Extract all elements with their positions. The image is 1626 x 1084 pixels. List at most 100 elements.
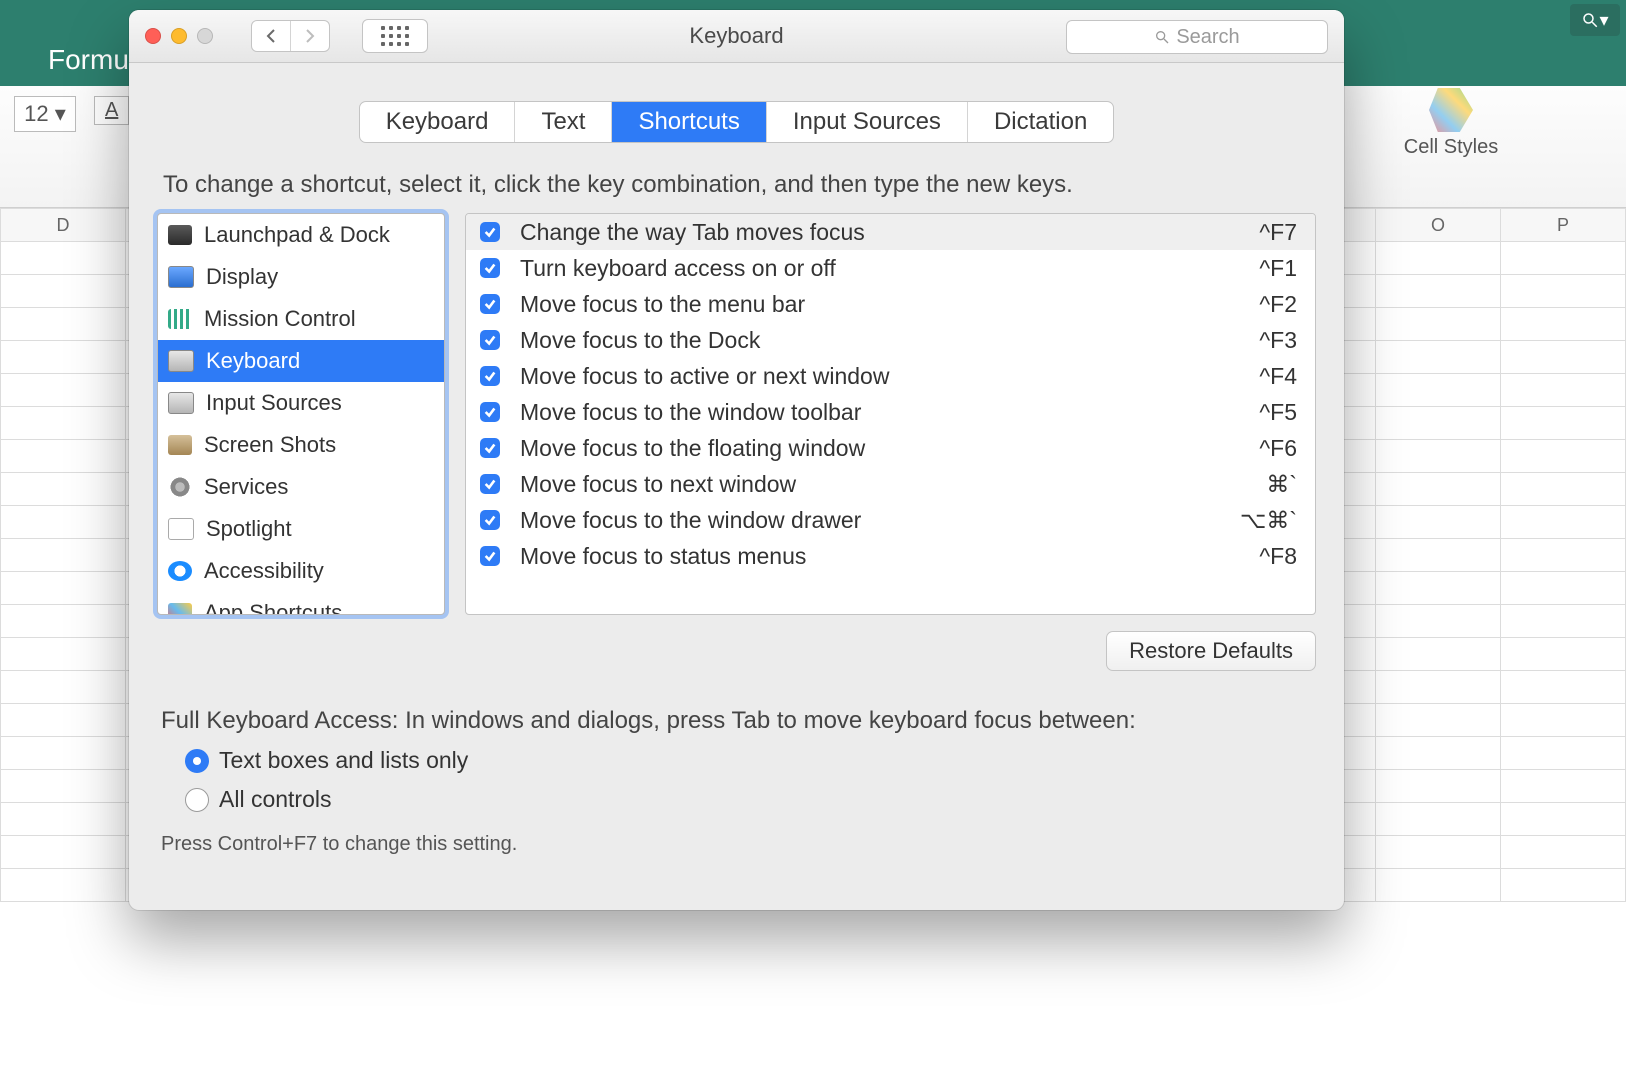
shortcut-label: Move focus to the floating window <box>520 435 1239 462</box>
shortcut-key[interactable]: ^F8 <box>1259 543 1297 570</box>
gear-icon <box>168 477 192 497</box>
shortcut-row[interactable]: Move focus to active or next window ^F4 <box>466 358 1315 394</box>
category-label: Launchpad & Dock <box>204 222 390 248</box>
minimize-button[interactable] <box>171 28 187 44</box>
generic-icon <box>168 225 192 245</box>
shortcut-label: Move focus to the Dock <box>520 327 1239 354</box>
shortcut-key[interactable]: ^F5 <box>1259 399 1297 426</box>
category-display[interactable]: Display <box>158 256 444 298</box>
category-label: Display <box>206 264 278 290</box>
checkbox[interactable] <box>480 546 500 566</box>
shortcut-label: Move focus to active or next window <box>520 363 1239 390</box>
tab-shortcuts[interactable]: Shortcuts <box>612 102 766 142</box>
shortcut-row[interactable]: Move focus to the menu bar ^F2 <box>466 286 1315 322</box>
shortcut-label: Turn keyboard access on or off <box>520 255 1239 282</box>
shortcut-row[interactable]: Move focus to the floating window ^F6 <box>466 430 1315 466</box>
category-label: Accessibility <box>204 558 324 584</box>
category-label: App Shortcuts <box>204 600 342 615</box>
shortcut-key[interactable]: ^F1 <box>1259 255 1297 282</box>
restore-row: Restore Defaults <box>157 631 1316 671</box>
category-spotlight[interactable]: Spotlight <box>158 508 444 550</box>
shortcut-row[interactable]: Change the way Tab moves focus ^F7 <box>466 214 1315 250</box>
shortcut-key[interactable]: ^F7 <box>1259 219 1297 246</box>
shortcut-row[interactable]: Move focus to the window toolbar^F5 <box>466 394 1315 430</box>
category-screen-shots[interactable]: Screen Shots <box>158 424 444 466</box>
checkbox[interactable] <box>480 474 500 494</box>
font-size-selector[interactable]: 12 ▾ <box>14 96 76 132</box>
forward-button[interactable] <box>291 21 329 51</box>
restore-defaults-button[interactable]: Restore Defaults <box>1106 631 1316 671</box>
category-services[interactable]: Services <box>158 466 444 508</box>
camera-icon <box>168 435 192 455</box>
shortcut-key[interactable]: ⌘` <box>1266 471 1297 498</box>
paintbrush-icon <box>1429 88 1473 132</box>
radio-button[interactable] <box>185 749 209 773</box>
category-label: Mission Control <box>204 306 356 332</box>
shortcut-row[interactable]: Move focus to the Dock ^F3 <box>466 322 1315 358</box>
close-button[interactable] <box>145 28 161 44</box>
keyboard-icon <box>168 350 194 372</box>
access-option[interactable]: All controls <box>185 786 1316 813</box>
shortcut-row[interactable]: Move focus to next window ⌘` <box>466 466 1315 502</box>
nav-buttons <box>251 20 330 52</box>
shortcut-row[interactable]: Move focus to status menus ^F8 <box>466 538 1315 574</box>
tab-input-sources[interactable]: Input Sources <box>767 102 968 142</box>
instruction-text: To change a shortcut, select it, click t… <box>163 171 1316 199</box>
shortcut-key[interactable]: ^F2 <box>1259 291 1297 318</box>
checkbox[interactable] <box>480 402 500 422</box>
category-keyboard[interactable]: Keyboard <box>158 340 444 382</box>
shortcut-label: Move focus to the menu bar <box>520 291 1239 318</box>
shortcut-label: Move focus to status menus <box>520 543 1239 570</box>
shortcut-key[interactable]: ^F4 <box>1259 363 1297 390</box>
checkbox[interactable] <box>480 366 500 386</box>
display-icon <box>168 266 194 288</box>
back-button[interactable] <box>252 21 291 51</box>
hint-text: Press Control+F7 to change this setting. <box>161 833 1316 856</box>
checkbox[interactable] <box>480 294 500 314</box>
shortcut-row[interactable]: Move focus to the window drawer ⌥⌘` <box>466 502 1315 538</box>
access-option[interactable]: Text boxes and lists only <box>185 747 1316 774</box>
preferences-body: KeyboardTextShortcutsInput SourcesDictat… <box>129 63 1344 910</box>
checkbox[interactable] <box>480 330 500 350</box>
app-search-icon[interactable]: ▾ <box>1570 4 1620 36</box>
traffic-lights <box>145 28 213 44</box>
category-label: Spotlight <box>206 516 292 542</box>
shortcut-row[interactable]: Turn keyboard access on or off ^F1 <box>466 250 1315 286</box>
radio-label: Text boxes and lists only <box>219 747 468 774</box>
zoom-button[interactable] <box>197 28 213 44</box>
col-header-p[interactable]: P <box>1501 209 1626 242</box>
category-input-sources[interactable]: Input Sources <box>158 382 444 424</box>
radio-button[interactable] <box>185 788 209 812</box>
shortcut-table[interactable]: Change the way Tab moves focus ^F7 Turn ke… <box>465 213 1316 615</box>
font-color-label: A <box>105 99 118 121</box>
col-header-d[interactable]: D <box>1 209 126 242</box>
shortcut-label: Move focus to next window <box>520 471 1246 498</box>
shortcut-label: Change the way Tab moves focus <box>520 219 1239 246</box>
category-mission-control[interactable]: Mission Control <box>158 298 444 340</box>
checkbox[interactable] <box>480 222 500 242</box>
tab-dictation[interactable]: Dictation <box>968 102 1113 142</box>
grid-icon <box>381 26 409 46</box>
font-color-button[interactable]: A <box>94 96 129 125</box>
mission-icon <box>168 309 192 329</box>
tab-keyboard[interactable]: Keyboard <box>360 102 516 142</box>
checkbox[interactable] <box>480 258 500 278</box>
col-header-o[interactable]: O <box>1376 209 1501 242</box>
search-placeholder: Search <box>1176 26 1239 49</box>
search-field[interactable]: Search <box>1066 20 1328 54</box>
show-all-button[interactable] <box>362 19 428 53</box>
tab-text[interactable]: Text <box>515 102 612 142</box>
cell-styles-group[interactable]: Cell Styles <box>1396 88 1506 159</box>
checkbox[interactable] <box>480 438 500 458</box>
category-accessibility[interactable]: Accessibility <box>158 550 444 592</box>
shortcut-key[interactable]: ^F6 <box>1259 435 1297 462</box>
category-app-shortcuts[interactable]: App Shortcuts <box>158 592 444 615</box>
category-launchpad-dock[interactable]: Launchpad & Dock <box>158 214 444 256</box>
category-list[interactable]: Launchpad & Dock Display Mission Control Ke… <box>157 213 445 615</box>
access-radio-group: Text boxes and lists only All controls <box>157 735 1316 813</box>
shortcut-key[interactable]: ^F3 <box>1259 327 1297 354</box>
category-label: Input Sources <box>206 390 342 416</box>
shortcut-label: Move focus to the window drawer <box>520 507 1220 534</box>
checkbox[interactable] <box>480 510 500 530</box>
shortcut-key[interactable]: ⌥⌘` <box>1240 507 1297 534</box>
